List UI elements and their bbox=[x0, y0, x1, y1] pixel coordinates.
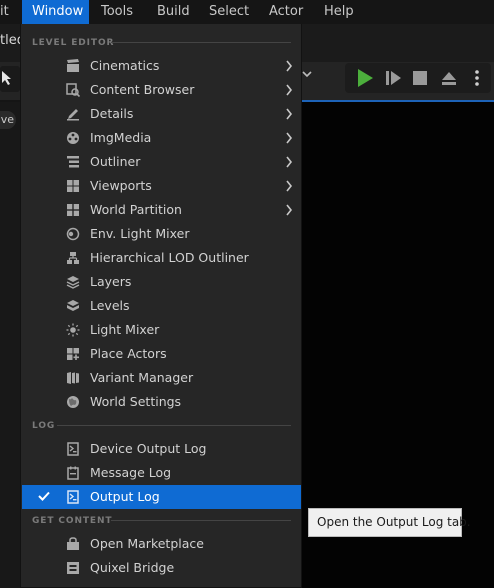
menu-item-cinematics[interactable]: Cinematics bbox=[22, 54, 301, 78]
menu-item-env-light-mixer[interactable]: Env. Light Mixer bbox=[22, 222, 301, 246]
light-mixer-icon bbox=[66, 323, 80, 337]
menu-item-world-settings[interactable]: World Settings bbox=[22, 390, 301, 414]
section-header-get-content: GET CONTENT bbox=[32, 516, 113, 526]
device-log-icon bbox=[67, 442, 79, 456]
menu-item-outliner[interactable]: Outliner bbox=[22, 150, 301, 174]
menu-tools[interactable]: Tools bbox=[101, 0, 133, 24]
menu-edit[interactable]: it bbox=[0, 0, 18, 24]
select-mode-button[interactable] bbox=[0, 66, 20, 92]
menu-item-message-log[interactable]: Message Log bbox=[22, 461, 301, 485]
menu-item-variant-manager[interactable]: Variant Manager bbox=[22, 366, 301, 390]
menu-item-quixel-bridge[interactable]: Quixel Bridge bbox=[22, 556, 301, 580]
outliner-list-icon bbox=[67, 156, 79, 168]
menu-build[interactable]: Build bbox=[157, 0, 190, 24]
menu-item-label: Light Mixer bbox=[90, 322, 160, 337]
play-controls bbox=[345, 63, 491, 93]
quixel-bridge-icon bbox=[67, 562, 79, 574]
menu-item-label: Quixel Bridge bbox=[90, 560, 175, 575]
section-divider bbox=[57, 425, 291, 426]
menu-item-viewports[interactable]: Viewports bbox=[22, 174, 301, 198]
message-log-icon bbox=[67, 466, 79, 480]
menu-item-label: Env. Light Mixer bbox=[90, 226, 190, 241]
menu-item-label: World Settings bbox=[90, 394, 182, 409]
menu-item-levels[interactable]: Levels bbox=[22, 294, 301, 318]
film-strip-icon bbox=[67, 59, 79, 72]
env-light-mixer-icon bbox=[66, 227, 80, 241]
menu-item-label: ImgMedia bbox=[90, 130, 152, 145]
globe-icon bbox=[67, 396, 79, 408]
menu-item-label: Viewports bbox=[90, 178, 152, 193]
skip-frame-icon[interactable] bbox=[385, 69, 403, 87]
stop-icon[interactable] bbox=[412, 69, 428, 87]
menu-item-label: Message Log bbox=[90, 465, 172, 480]
menu-item-layers[interactable]: Layers bbox=[22, 270, 301, 294]
menu-item-label: Device Output Log bbox=[90, 441, 207, 456]
menu-help[interactable]: Help bbox=[324, 0, 354, 24]
menu-window[interactable]: Window bbox=[22, 0, 89, 24]
menu-item-light-mixer[interactable]: Light Mixer bbox=[22, 318, 301, 342]
output-log-tooltip: Open the Output Log tab. bbox=[308, 508, 471, 537]
cursor-icon bbox=[2, 71, 11, 85]
world-partition-icon bbox=[67, 204, 79, 216]
section-divider bbox=[111, 42, 291, 43]
menu-select[interactable]: Select bbox=[209, 0, 249, 24]
menu-item-label: Variant Manager bbox=[90, 370, 194, 385]
menu-item-open-marketplace[interactable]: Open Marketplace bbox=[22, 532, 301, 556]
menu-item-world-partition[interactable]: World Partition bbox=[22, 198, 301, 222]
window-dropdown-menu: LEVEL EDITOR Cinematics Content Browser … bbox=[20, 24, 302, 588]
imgmedia-icon bbox=[67, 132, 79, 144]
menu-item-label: Open Marketplace bbox=[90, 536, 204, 551]
viewports-grid-icon bbox=[67, 180, 79, 192]
menu-item-label: Outliner bbox=[90, 154, 141, 169]
section-header-level-editor: LEVEL EDITOR bbox=[32, 38, 115, 48]
play-icon[interactable] bbox=[356, 68, 374, 88]
menu-item-label: Details bbox=[90, 106, 134, 121]
submenu-arrow-icon bbox=[286, 132, 293, 144]
checkmark-icon bbox=[38, 491, 50, 501]
levels-icon bbox=[67, 300, 79, 311]
menu-item-label: World Partition bbox=[90, 202, 182, 217]
output-log-icon bbox=[67, 490, 79, 504]
menu-actor[interactable]: Actor bbox=[269, 0, 303, 24]
menu-item-details[interactable]: Details bbox=[22, 102, 301, 126]
menu-item-label: Cinematics bbox=[90, 58, 160, 73]
menu-item-imgmedia[interactable]: ImgMedia bbox=[22, 126, 301, 150]
hlod-outliner-icon bbox=[67, 252, 79, 264]
marketplace-bag-icon bbox=[67, 537, 79, 550]
submenu-arrow-icon bbox=[286, 108, 293, 120]
layers-icon bbox=[66, 276, 80, 289]
section-divider bbox=[111, 520, 291, 521]
menu-item-hlod-outliner[interactable]: Hierarchical LOD Outliner bbox=[22, 246, 301, 270]
menu-item-label: Hierarchical LOD Outliner bbox=[90, 250, 249, 265]
submenu-arrow-icon bbox=[286, 180, 293, 192]
menu-item-label: Levels bbox=[90, 298, 130, 313]
submenu-arrow-icon bbox=[286, 60, 293, 72]
menu-item-label: Place Actors bbox=[90, 346, 167, 361]
menu-item-content-browser[interactable]: Content Browser bbox=[22, 78, 301, 102]
more-options-icon[interactable] bbox=[474, 69, 480, 87]
menu-item-label: Layers bbox=[90, 274, 132, 289]
left-panel-strip bbox=[0, 102, 20, 588]
section-header-log: LOG bbox=[32, 421, 56, 431]
menu-item-output-log[interactable]: Output Log bbox=[22, 485, 301, 509]
pencil-details-icon bbox=[67, 109, 79, 121]
content-browser-icon bbox=[66, 83, 80, 97]
eject-icon[interactable] bbox=[440, 69, 458, 87]
menu-bar: it Window Tools Build Select Actor Help bbox=[0, 0, 494, 24]
submenu-arrow-icon bbox=[286, 156, 293, 168]
menu-item-place-actors[interactable]: Place Actors bbox=[22, 342, 301, 366]
submenu-arrow-icon bbox=[286, 204, 293, 216]
place-actors-icon bbox=[67, 348, 79, 360]
variant-manager-icon bbox=[67, 372, 79, 384]
menu-item-label: Content Browser bbox=[90, 82, 195, 97]
menu-item-device-output-log[interactable]: Device Output Log bbox=[22, 437, 301, 461]
submenu-arrow-icon bbox=[286, 84, 293, 96]
menu-item-label: Output Log bbox=[90, 489, 160, 504]
chevron-down-icon[interactable] bbox=[302, 70, 312, 78]
